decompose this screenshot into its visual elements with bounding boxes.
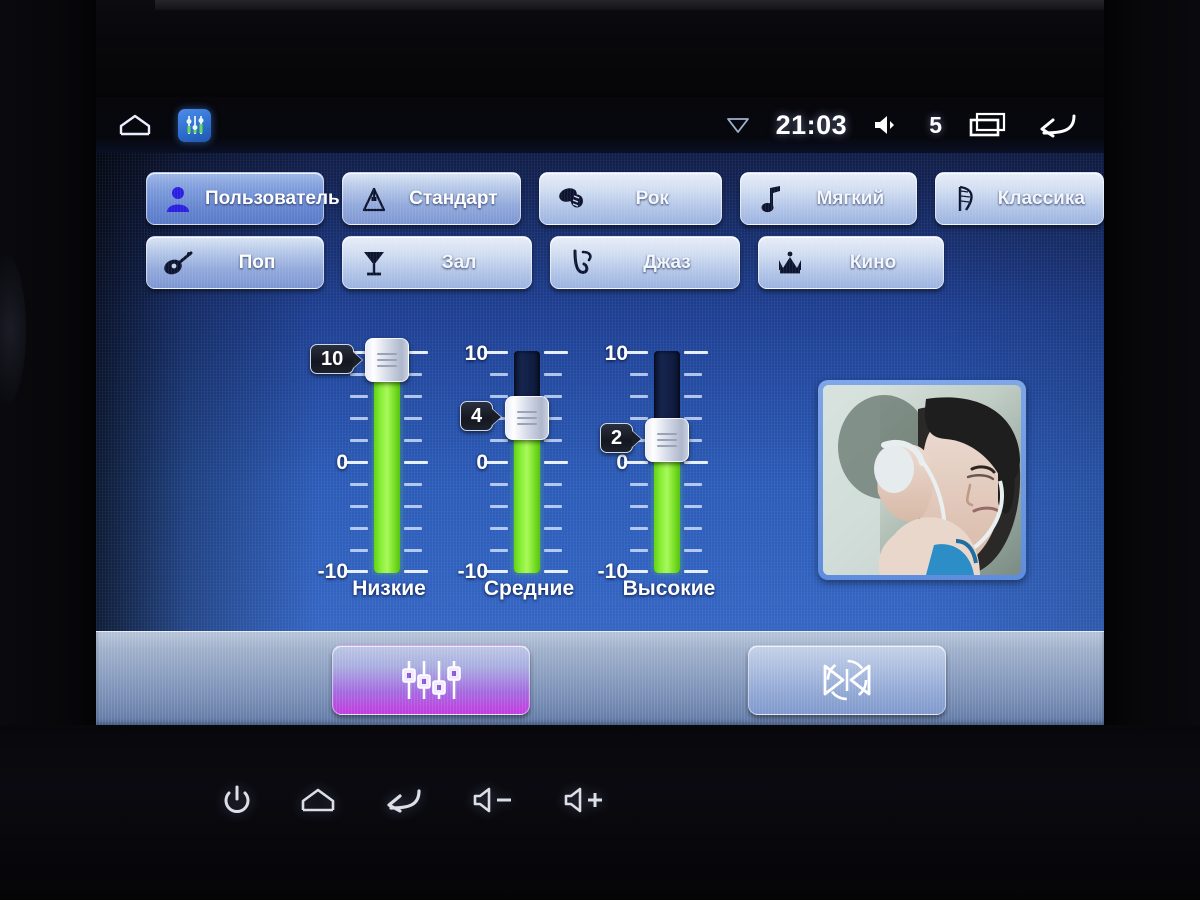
eq-track-bass[interactable] <box>365 338 409 573</box>
preset-button-rock[interactable]: Рок <box>538 172 722 225</box>
back-arrow-icon[interactable] <box>1034 110 1078 140</box>
preset-label-user: Пользователь <box>205 187 340 209</box>
eq-scale-mid-treble: 0 <box>616 451 628 474</box>
preset-button-hall[interactable]: Зал <box>342 236 532 289</box>
harp-icon <box>952 184 982 214</box>
preset-label-pop: Поп <box>238 251 276 273</box>
preset-button-user[interactable]: Пользователь <box>146 172 340 225</box>
crown-icon <box>775 248 805 278</box>
home-icon[interactable] <box>118 113 152 137</box>
music-note-icon <box>757 184 787 214</box>
eq-band-label-treble: Высокие <box>622 577 716 600</box>
volume-up-key[interactable] <box>562 786 606 814</box>
eq-scale-max-treble: 10 <box>604 342 628 365</box>
eq-value-bubble-mid: 4 <box>460 401 494 431</box>
eq-scale-mid-mid: 0 <box>476 451 488 474</box>
equalizer-app-icon[interactable] <box>178 108 211 142</box>
balance-fader-icon <box>819 657 875 703</box>
equalizer-sliders-icon <box>400 657 462 703</box>
preset-row-2: Поп Зал Джаз Кино <box>96 225 1104 289</box>
preset-label-jazz: Джаз <box>643 251 691 273</box>
eq-scale-mid-bass: 0 <box>336 451 348 474</box>
album-art[interactable] <box>818 380 1026 580</box>
status-bar: 21:03 5 <box>96 97 1104 153</box>
volume-down-key[interactable] <box>471 786 515 814</box>
eq-track-treble[interactable] <box>645 351 689 573</box>
preset-button-area: Пользователь Стандарт Рок Мягкий Классик… <box>96 153 1104 289</box>
toolbar-balance-button[interactable] <box>748 645 946 715</box>
hardware-key-row <box>96 760 716 840</box>
eq-track-fill-bass <box>374 351 400 573</box>
user-icon <box>163 184 193 214</box>
metronome-icon <box>359 184 389 214</box>
eq-ticks-left-mid <box>484 351 508 573</box>
cocktail-glass-icon <box>359 248 389 278</box>
eq-ticks-left-treble <box>624 351 648 573</box>
bezel-highlight-strip <box>155 0 1140 10</box>
eq-thumb-treble[interactable] <box>645 418 689 462</box>
eq-ticks-left-bass <box>344 351 368 573</box>
eq-ticks-right-treble <box>684 351 708 573</box>
power-key[interactable] <box>222 785 252 815</box>
bezel-sensor <box>0 255 26 405</box>
guitar-icon <box>163 248 193 278</box>
home-key[interactable] <box>300 787 336 813</box>
speaker-icon[interactable] <box>873 113 903 137</box>
eq-ticks-right-mid <box>544 351 568 573</box>
album-art-image <box>823 385 1021 575</box>
preset-button-classic[interactable]: Классика <box>934 172 1104 225</box>
toolbar-equalizer-button[interactable] <box>332 645 530 715</box>
eq-track-fill-mid <box>514 418 540 573</box>
status-clock: 21:03 <box>775 109 848 140</box>
device-photo: 21:03 5 Пользователь Стандарт Рок Мягкий… <box>0 0 1200 900</box>
preset-label-soft: Мягкий <box>816 187 885 209</box>
preset-label-standard: Стандарт <box>409 187 498 209</box>
preset-button-standard[interactable]: Стандарт <box>342 172 521 225</box>
eq-value-bubble-treble: 2 <box>600 423 634 453</box>
eq-value-bubble-bass: 10 <box>310 344 355 374</box>
back-key[interactable] <box>383 786 423 814</box>
preset-label-rock: Рок <box>635 187 669 209</box>
preset-label-classic: Классика <box>997 187 1085 209</box>
wifi-signal-icon <box>726 115 750 135</box>
eq-ticks-right-bass <box>404 351 428 573</box>
eq-thumb-mid[interactable] <box>505 396 549 440</box>
preset-button-soft[interactable]: Мягкий <box>739 172 917 225</box>
preset-label-cinema: Кино <box>849 251 897 273</box>
preset-button-jazz[interactable]: Джаз <box>550 236 740 289</box>
device-bezel-top <box>0 0 1200 100</box>
saxophone-icon <box>567 248 597 278</box>
head-unit-screen: 21:03 5 Пользователь Стандарт Рок Мягкий… <box>96 97 1104 725</box>
volume-value: 5 <box>929 111 942 138</box>
preset-row-1: Пользователь Стандарт Рок Мягкий Классик… <box>96 153 1104 225</box>
bottom-toolbar <box>96 631 1104 725</box>
preset-button-cinema[interactable]: Кино <box>758 236 944 289</box>
recents-icon[interactable] <box>968 111 1008 139</box>
preset-button-pop[interactable]: Поп <box>146 236 324 289</box>
eq-track-mid[interactable] <box>505 351 549 573</box>
eq-band-treble: 10 0 -10 2 Высокие <box>594 337 744 617</box>
preset-label-hall: Зал <box>441 251 477 273</box>
drum-icon <box>556 184 586 214</box>
eq-scale-max-mid: 10 <box>464 342 488 365</box>
eq-thumb-bass[interactable] <box>365 338 409 382</box>
